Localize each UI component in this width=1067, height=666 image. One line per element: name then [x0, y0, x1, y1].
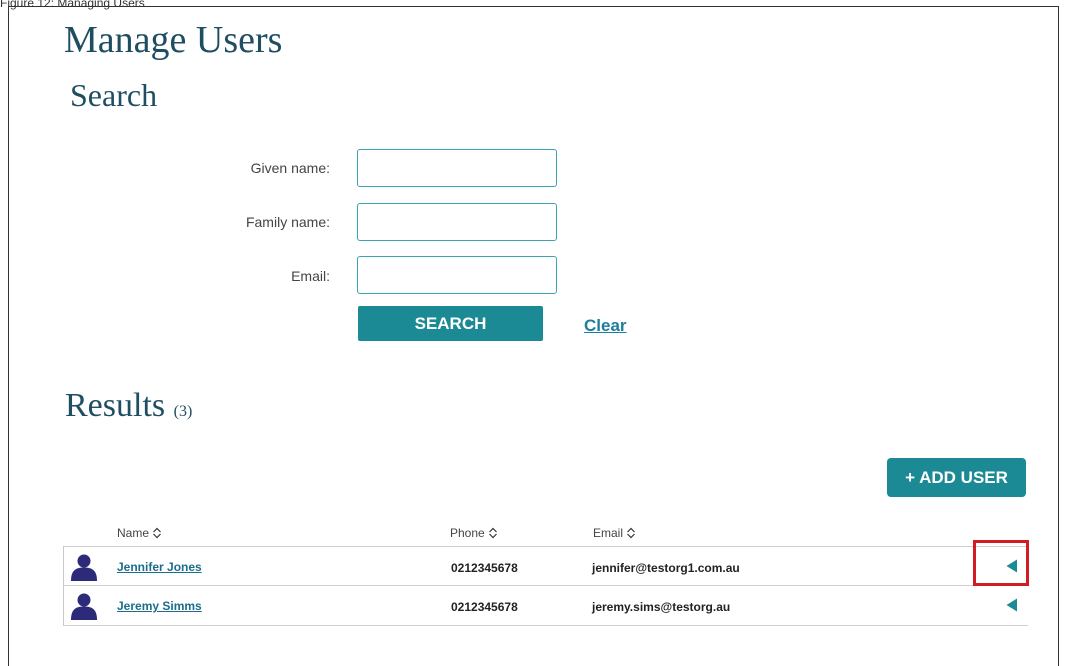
triangle-left-icon — [1006, 559, 1017, 573]
family-name-input[interactable] — [357, 203, 557, 241]
table-row: Jennifer Jones 0212345678 jennifer@testo… — [64, 546, 1028, 586]
user-silhouette-icon — [71, 593, 97, 620]
clear-link[interactable]: Clear — [584, 316, 627, 336]
results-count: (3) — [173, 403, 193, 420]
user-name-link[interactable]: Jennifer Jones — [117, 560, 202, 574]
given-name-label: Given name: — [250, 160, 330, 176]
column-header-name-label: Name — [117, 526, 150, 540]
search-heading: Search — [70, 77, 158, 113]
triangle-left-icon — [1006, 598, 1017, 612]
page-title: Manage Users — [64, 19, 283, 61]
family-name-label: Family name: — [245, 214, 330, 230]
user-phone: 0212345678 — [451, 561, 518, 575]
email-label: Email: — [291, 268, 330, 284]
results-heading: Results (3) — [65, 387, 192, 424]
column-header-name[interactable]: Name — [117, 526, 162, 540]
user-silhouette-icon — [71, 554, 97, 581]
results-heading-label: Results — [65, 387, 166, 424]
sort-icon — [627, 527, 635, 539]
column-header-email[interactable]: Email — [593, 526, 636, 540]
expand-row-button[interactable] — [1000, 553, 1024, 579]
user-name-link[interactable]: Jeremy Simms — [117, 599, 202, 613]
user-email: jennifer@testorg1.com.au — [592, 561, 740, 575]
user-phone: 0212345678 — [451, 600, 518, 614]
add-user-button[interactable]: + ADD USER — [887, 458, 1026, 497]
results-table: Jennifer Jones 0212345678 jennifer@testo… — [63, 546, 1028, 626]
user-email: jeremy.sims@testorg.au — [592, 600, 731, 614]
sort-icon — [153, 527, 161, 539]
email-input[interactable] — [357, 256, 557, 294]
table-row: Jeremy Simms 0212345678 jeremy.sims@test… — [64, 586, 1028, 626]
expand-row-button[interactable] — [1000, 592, 1024, 618]
column-header-phone-label: Phone — [450, 526, 485, 540]
column-header-phone[interactable]: Phone — [450, 526, 498, 540]
column-header-email-label: Email — [593, 526, 624, 540]
search-button[interactable]: SEARCH — [358, 306, 543, 341]
sort-icon — [488, 527, 497, 539]
given-name-input[interactable] — [357, 149, 557, 187]
